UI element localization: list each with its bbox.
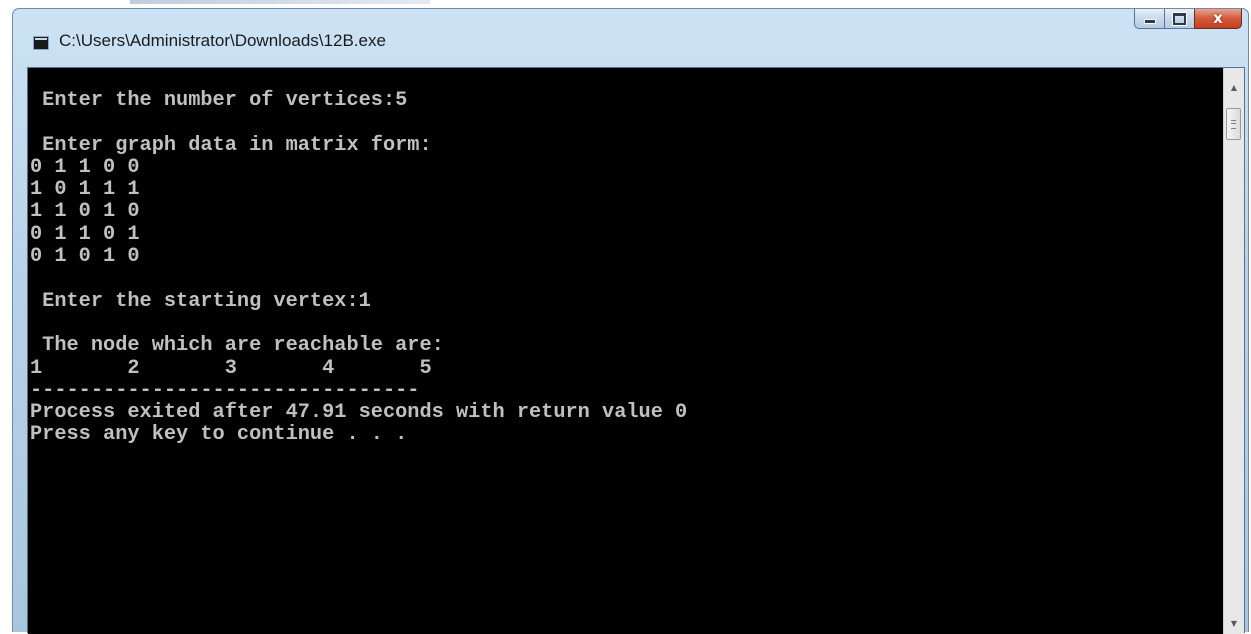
- vertical-scrollbar[interactable]: ▲ ▼: [1223, 68, 1244, 634]
- console-line: The node which are reachable are:: [30, 334, 444, 358]
- grip-icon: [1231, 120, 1236, 129]
- console-window: C:\Users\Administrator\Downloads\12B.exe…: [12, 8, 1249, 634]
- console-line: 0 1 1 0 0: [30, 155, 140, 179]
- maximize-button[interactable]: [1164, 9, 1194, 29]
- console-line: 1 2 3 4 5: [30, 356, 432, 380]
- console-line: Process exited after 47.91 seconds with …: [30, 401, 688, 425]
- close-icon: x: [1213, 9, 1223, 27]
- minimize-button[interactable]: [1134, 9, 1164, 29]
- console-app-icon[interactable]: [33, 36, 49, 50]
- console-line: 1 0 1 1 1: [30, 178, 140, 202]
- scroll-up-icon[interactable]: ▲: [1224, 78, 1244, 96]
- console-line: 0 1 0 1 0: [30, 245, 140, 269]
- background-window-edge: [130, 0, 430, 4]
- console-output[interactable]: Enter the number of vertices:5 Enter gra…: [28, 68, 1224, 634]
- console-line: 0 1 1 0 1: [30, 222, 140, 246]
- title-bar[interactable]: C:\Users\Administrator\Downloads\12B.exe…: [13, 9, 1248, 67]
- console-line: Enter the number of vertices:5: [30, 89, 408, 112]
- scroll-down-icon[interactable]: ▼: [1224, 614, 1244, 632]
- console-text: Enter the number of vertices:5 Enter gra…: [30, 89, 688, 447]
- console-line: Press any key to continue . . .: [30, 423, 408, 447]
- console-line: 1 1 0 1 0: [30, 200, 140, 224]
- caption-buttons: x: [1134, 9, 1242, 31]
- console-line: Enter graph data in matrix form:: [30, 133, 432, 157]
- console-line: --------------------------------: [30, 378, 420, 402]
- maximize-icon: [1172, 11, 1187, 26]
- console-client-area: Enter the number of vertices:5 Enter gra…: [27, 67, 1245, 634]
- scrollbar-thumb[interactable]: [1226, 108, 1241, 140]
- window-title: C:\Users\Administrator\Downloads\12B.exe: [59, 31, 386, 50]
- close-button[interactable]: x: [1194, 9, 1242, 29]
- console-line: Enter the starting vertex:1: [30, 289, 371, 313]
- background-window-strip: [0, 0, 1251, 8]
- minimize-icon: [1143, 19, 1156, 24]
